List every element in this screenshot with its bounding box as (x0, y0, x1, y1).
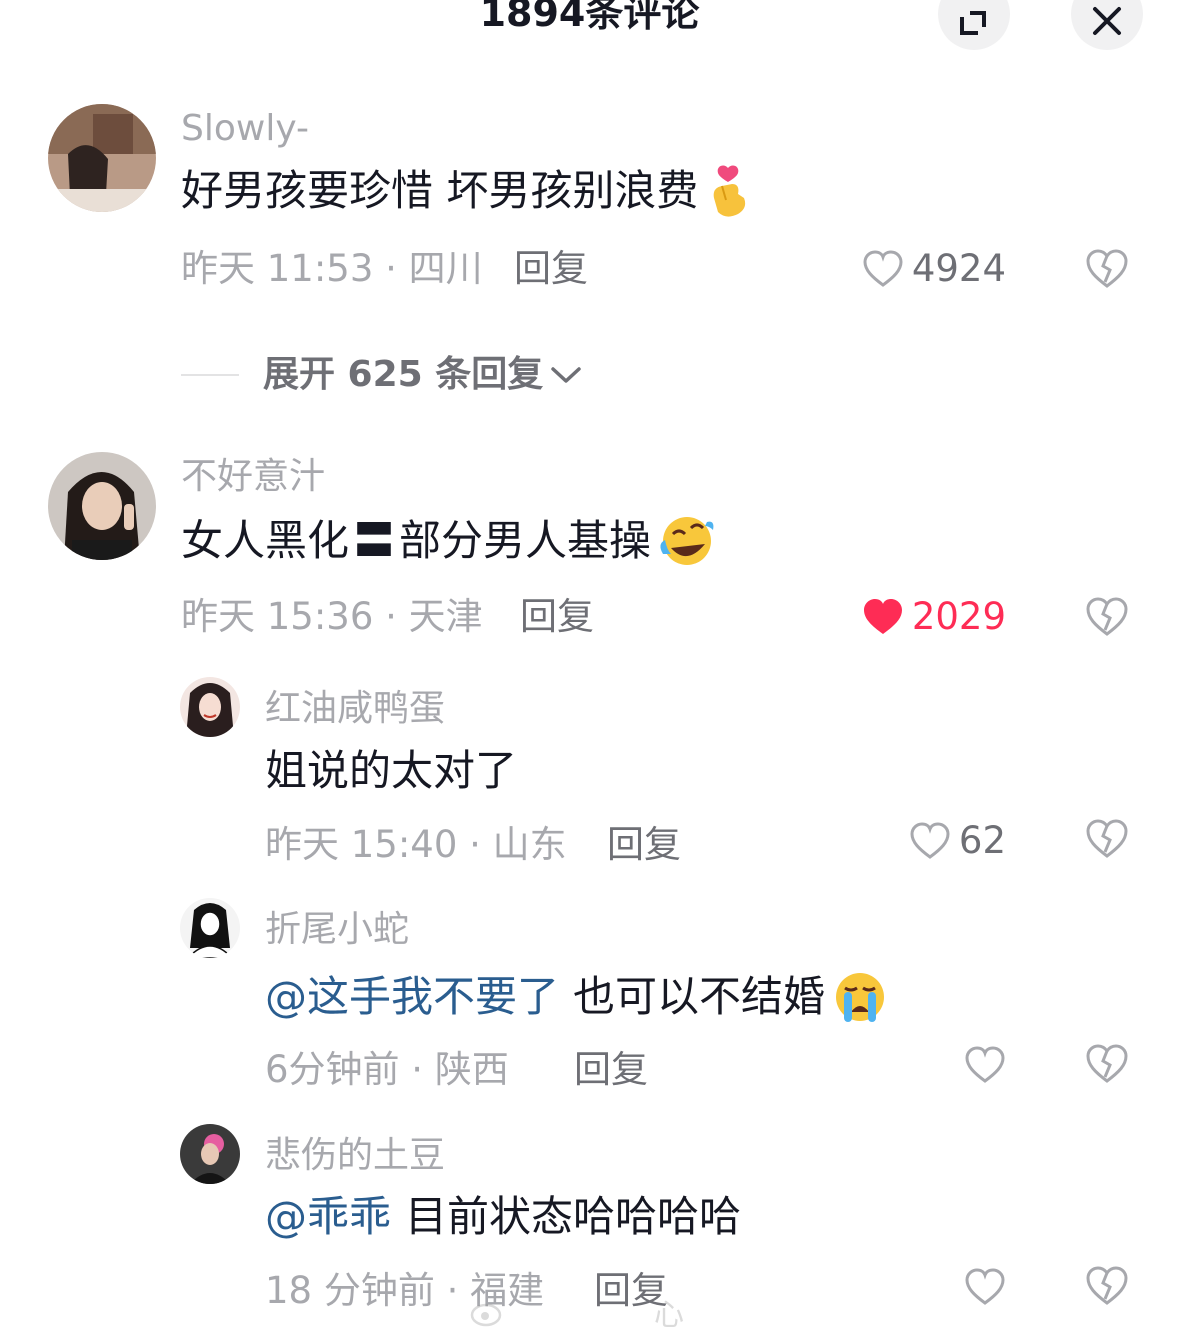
comment-username[interactable]: Slowly- (181, 107, 309, 151)
dislike-icon[interactable] (1084, 246, 1130, 292)
reply-button[interactable]: 回复 (520, 594, 594, 640)
reply-username[interactable]: 红油咸鸭蛋 (265, 687, 445, 731)
dislike-icon[interactable] (1084, 1263, 1130, 1309)
heart-outline-icon (965, 1046, 1005, 1083)
like-count: 62 (958, 819, 1006, 862)
loudly-crying-icon (831, 970, 889, 1024)
reply-time-location: 6分钟前 · 陕西 (265, 1048, 509, 1091)
like-count: 2029 (911, 595, 1006, 638)
expand-replies-label: 展开 625 条回复 (263, 354, 544, 395)
expand-divider (181, 374, 239, 376)
reply-username[interactable]: 折尾小蛇 (265, 908, 409, 952)
like-count: 4924 (911, 247, 1006, 290)
reply-button[interactable]: 回复 (514, 246, 588, 292)
comment-text-part: 部分男人基操 (399, 516, 652, 565)
like-button[interactable] (940, 1264, 1006, 1310)
like-button[interactable]: 2029 (840, 594, 1006, 640)
reply-text-content: 目前状态哈哈哈哈 (405, 1192, 742, 1241)
reply-button[interactable]: 回复 (607, 822, 681, 868)
rofl-icon (657, 514, 715, 568)
reply-text: @这手我不要了 也可以不结婚 (265, 970, 889, 1024)
comment-time-location: 昨天 15:36 · 天津 (181, 595, 483, 638)
avatar[interactable] (180, 677, 240, 737)
dislike-icon[interactable] (1084, 594, 1130, 640)
avatar[interactable] (48, 104, 156, 212)
comment-text-part: 女人黑化 (181, 516, 350, 565)
avatar[interactable] (180, 1124, 240, 1184)
expand-replies-button[interactable]: 展开 625 条回复 (263, 352, 583, 398)
chevron-down-icon (551, 367, 581, 383)
reply-text: @乖乖 目前状态哈哈哈哈 (265, 1190, 741, 1244)
comment-text-content: 好男孩要珍惜 坏男孩别浪费 (181, 166, 699, 215)
comment-text: 好男孩要珍惜 坏男孩别浪费 (181, 164, 752, 218)
mention-link[interactable]: @这手我不要了 (265, 970, 559, 1024)
like-button[interactable]: 4924 (840, 246, 1006, 292)
heart-outline-icon (863, 250, 903, 287)
weibo-logo-icon (470, 1303, 502, 1327)
heart-outline-icon (910, 822, 950, 859)
expand-button[interactable] (938, 0, 1010, 50)
watermark: 心 (470, 1290, 684, 1334)
heart-filled-icon (863, 599, 902, 634)
dislike-icon[interactable] (1084, 1041, 1130, 1087)
equals-sign-icon: 〓 (353, 516, 396, 565)
comment-time-location: 昨天 11:53 · 四川 (181, 247, 483, 290)
like-button[interactable]: 62 (840, 818, 1006, 864)
comment-username[interactable]: 不好意汁 (181, 455, 325, 499)
reply-button[interactable]: 回复 (574, 1047, 648, 1093)
expand-icon (960, 11, 986, 35)
watermark-text: 心 (654, 1298, 684, 1333)
finger-heart-icon (704, 164, 752, 218)
mention-link[interactable]: @乖乖 (265, 1190, 391, 1244)
dislike-icon[interactable] (1084, 816, 1130, 862)
like-button[interactable] (940, 1042, 1006, 1088)
avatar[interactable] (180, 898, 240, 958)
reply-text-content: 也可以不结婚 (573, 972, 826, 1021)
avatar[interactable] (48, 452, 156, 560)
close-button[interactable] (1071, 0, 1143, 50)
comment-text: 女人黑化 〓 部分男人基操 (181, 514, 715, 568)
reply-time-location: 昨天 15:40 · 山东 (265, 823, 567, 866)
reply-username[interactable]: 悲伤的土豆 (265, 1134, 445, 1178)
close-icon (1093, 7, 1121, 35)
reply-text: 姐说的太对了 (265, 746, 518, 795)
heart-outline-icon (965, 1268, 1005, 1305)
